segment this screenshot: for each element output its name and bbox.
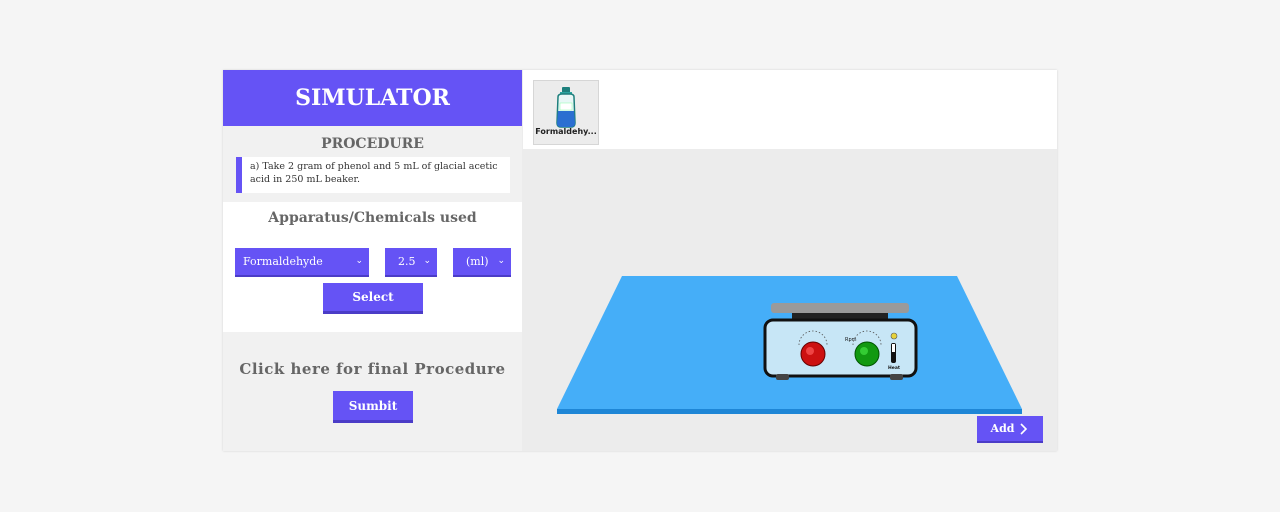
chevron-right-icon [1020,422,1028,435]
amount-select-value: 2.5 [398,255,416,268]
chevron-down-icon: ⌄ [355,256,363,266]
chemicals-tray: Formaldehy... [523,70,1057,149]
hotplate-plate [771,303,909,313]
add-button[interactable]: Add [977,416,1043,441]
heat-label: Heat [888,365,901,371]
workbench-area: Rpm Heat [523,149,1057,451]
chemical-select-value: Formaldehyde [243,255,323,268]
rpm-knob[interactable] [854,341,880,367]
procedure-step: a) Take 2 gram of phenol and 5 mL of gla… [236,157,510,193]
left-panel: SIMULATOR PROCEDURE a) Take 2 gram of ph… [223,70,522,451]
final-procedure-link[interactable]: Click here for final Procedure [223,360,522,378]
simulator-window: SIMULATOR PROCEDURE a) Take 2 gram of ph… [223,70,1057,451]
add-button-label: Add [990,422,1015,435]
procedure-heading: PROCEDURE [321,136,424,152]
unit-select-value: (ml) [466,255,489,268]
select-button[interactable]: Select [323,283,423,311]
chemical-select[interactable]: Formaldehyde ⌄ [235,248,369,275]
chemical-card-label: Formaldehy... [535,127,597,136]
apparatus-section: Apparatus/Chemicals used Formaldehyde ⌄ … [223,202,522,332]
chevron-down-icon: ⌄ [497,256,505,266]
apparatus-heading: Apparatus/Chemicals used [268,210,477,226]
indicator-light [890,332,898,340]
bottle-icon [556,87,576,128]
procedure-step-text: a) Take 2 gram of phenol and 5 mL of gla… [250,161,498,185]
rpm-label: Rpm [845,337,857,343]
unit-select[interactable]: (ml) ⌄ [453,248,511,275]
app-title: SIMULATOR [223,70,522,126]
chevron-down-icon: ⌄ [423,256,431,266]
heat-knob[interactable] [800,341,826,367]
amount-select[interactable]: 2.5 ⌄ [385,248,437,275]
table-edge [557,409,1022,414]
chemical-card-formaldehyde[interactable]: Formaldehy... [533,80,599,145]
workbench-scene: Rpm Heat [557,276,1022,414]
submit-button[interactable]: Sumbit [333,391,413,420]
